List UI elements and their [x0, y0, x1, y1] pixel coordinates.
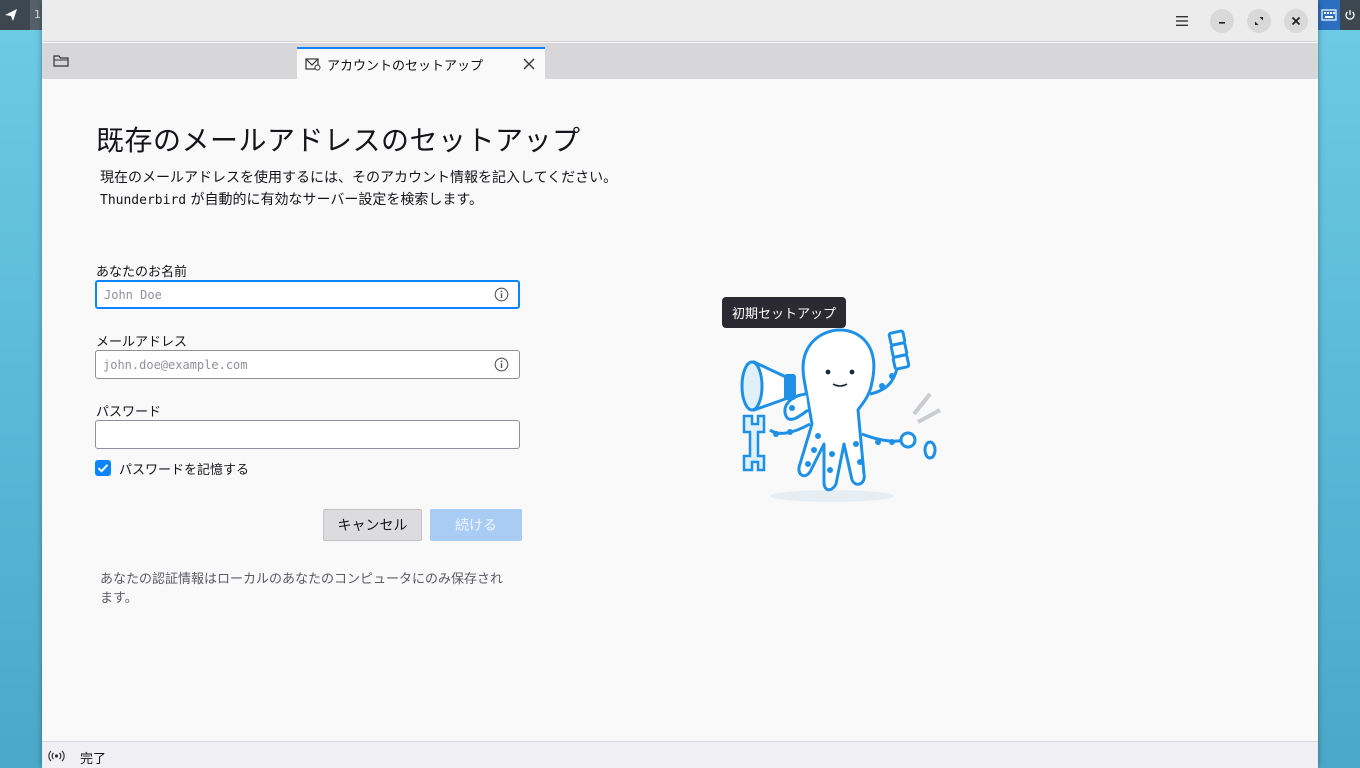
folder-icon[interactable] — [52, 53, 70, 69]
mail-setup-icon — [305, 58, 321, 71]
octopus-illustration-icon — [740, 328, 941, 502]
name-label: あなたのお名前 — [96, 265, 188, 280]
paper-plane-icon[interactable] — [4, 8, 18, 22]
email-input[interactable] — [103, 351, 483, 378]
password-label: パスワード — [96, 405, 162, 420]
close-window-button[interactable] — [1284, 9, 1308, 33]
info-icon[interactable] — [494, 357, 509, 372]
name-field[interactable] — [95, 280, 520, 309]
remember-password-label[interactable]: パスワードを記憶する — [119, 459, 249, 478]
credentials-note-line-2: ます。 — [100, 591, 138, 606]
tab-account-setup[interactable]: アカウントのセットアップ — [297, 47, 545, 79]
power-icon[interactable] — [1344, 9, 1356, 21]
minimize-icon — [1219, 22, 1225, 24]
account-setup-content: 既存のメールアドレスのセットアップ 現在のメールアドレスを使用するには、そのアカ… — [42, 79, 1318, 741]
close-icon — [1291, 16, 1301, 26]
name-input[interactable] — [104, 282, 484, 307]
hamburger-menu-icon — [1176, 16, 1188, 26]
page-title: 既存のメールアドレスのセットアップ — [96, 124, 581, 157]
tab-bar: アカウントのセットアップ — [42, 43, 1318, 79]
thunderbird-window: アカウントのセットアップ 既存のメールアドレスのセットアップ 現在のメールアドレ… — [42, 0, 1318, 768]
app-menu-button[interactable] — [1170, 9, 1194, 33]
info-icon[interactable] — [494, 287, 509, 302]
email-field[interactable] — [95, 350, 520, 379]
status-bar: 完了 — [42, 741, 1318, 768]
taskbar-right — [1318, 0, 1360, 30]
maximize-button[interactable] — [1247, 9, 1271, 33]
description-line-2-rest: が自動的に有効なサーバー設定を検索します。 — [186, 192, 484, 208]
app-name-text: Thunderbird — [100, 193, 187, 208]
continue-button[interactable]: 続ける — [430, 509, 522, 541]
checkmark-icon — [97, 464, 109, 473]
description-line-2: Thunderbird が自動的に有効なサーバー設定を検索します。 — [100, 189, 483, 209]
keyboard-icon[interactable] — [1318, 0, 1340, 30]
email-label: メールアドレス — [96, 335, 188, 350]
close-tab-icon[interactable] — [522, 57, 536, 71]
workspace-indicator[interactable]: 1 — [30, 0, 42, 30]
online-status-icon[interactable] — [48, 749, 65, 763]
cancel-button[interactable]: キャンセル — [323, 509, 422, 541]
password-input[interactable] — [103, 421, 483, 448]
taskbar-left: 1 — [0, 0, 42, 30]
password-field[interactable] — [95, 420, 520, 449]
tab-label: アカウントのセットアップ — [327, 59, 484, 74]
credentials-note-line-1: あなたの認証情報はローカルのあなたのコンピュータにのみ保存され — [100, 572, 504, 587]
maximize-icon — [1255, 17, 1263, 25]
minimize-button[interactable] — [1210, 9, 1234, 33]
remember-password-checkbox[interactable] — [95, 460, 111, 476]
title-bar — [42, 0, 1318, 42]
description-line-1: 現在のメールアドレスを使用するには、そのアカウント情報を記入してください。 — [100, 170, 618, 186]
status-text: 完了 — [80, 752, 107, 767]
